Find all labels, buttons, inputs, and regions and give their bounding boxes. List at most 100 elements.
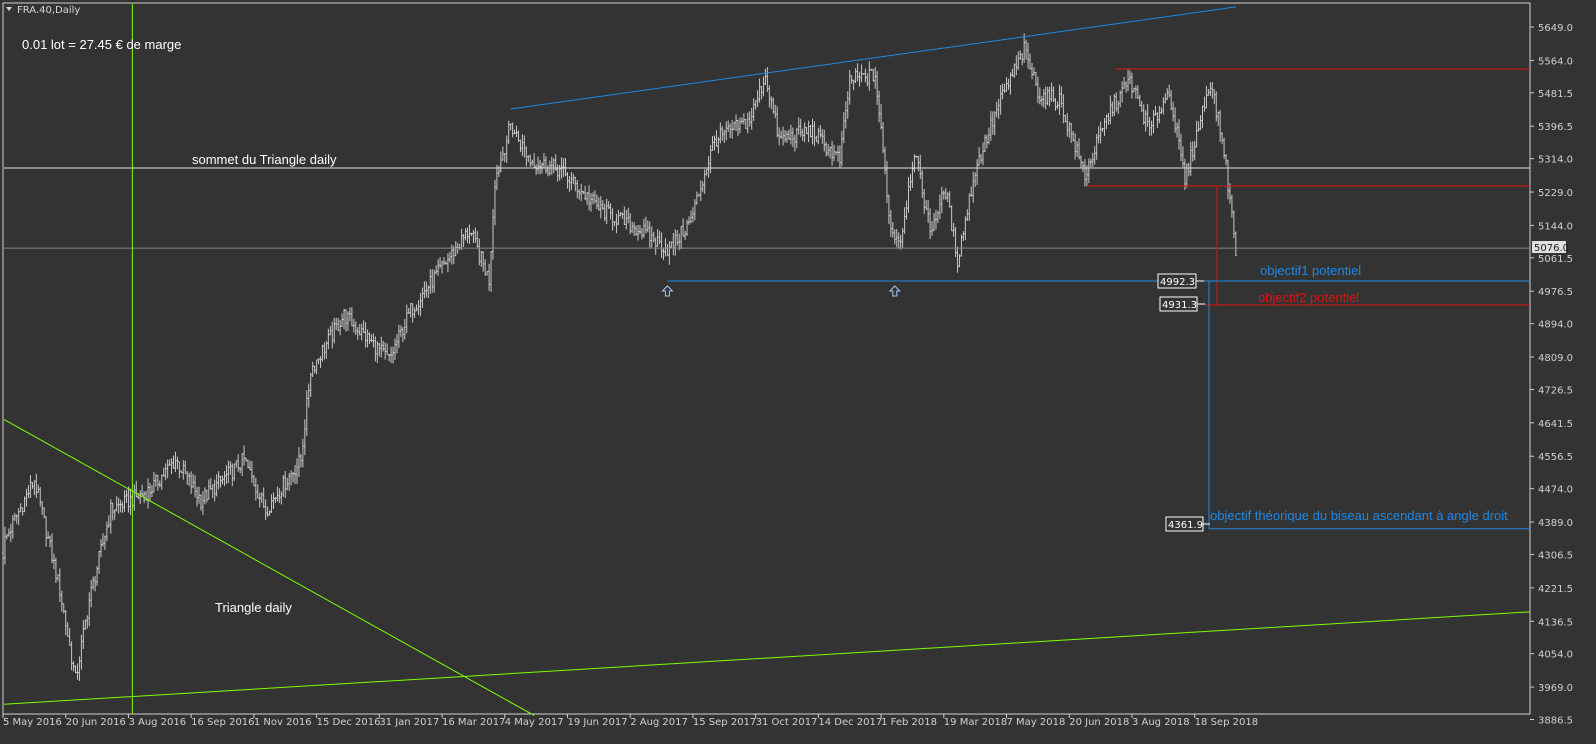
ohlc-bar bbox=[609, 203, 612, 220]
ohlc-bar bbox=[364, 322, 367, 348]
ohlc-bar bbox=[780, 130, 783, 139]
ohlc-bar bbox=[966, 209, 969, 222]
ohlc-bar bbox=[717, 136, 720, 154]
ohlc-bar bbox=[339, 320, 342, 336]
ohlc-bar bbox=[997, 98, 1000, 120]
ohlc-bar bbox=[33, 480, 36, 496]
ohlc-bar bbox=[1140, 100, 1143, 112]
ohlc-bar bbox=[597, 197, 600, 211]
ohlc-bar bbox=[129, 488, 132, 515]
ohlc-bar bbox=[1164, 93, 1167, 104]
ohlc-bar bbox=[444, 260, 447, 265]
ohlc-bar bbox=[448, 251, 451, 263]
ohlc-bar bbox=[899, 234, 902, 250]
ohlc-bar bbox=[311, 361, 314, 378]
ohlc-bar bbox=[546, 165, 549, 177]
ohlc-bar bbox=[787, 129, 790, 140]
x-tick-label: 3 Aug 2016 bbox=[128, 717, 186, 728]
ohlc-bar bbox=[439, 257, 442, 269]
ohlc-bar bbox=[991, 111, 994, 135]
ohlc-bar bbox=[539, 159, 542, 175]
ohlc-bar bbox=[266, 506, 269, 517]
ohlc-bar bbox=[25, 488, 28, 507]
y-tick-label: 4976.5 bbox=[1538, 287, 1573, 298]
ohlc-bar bbox=[484, 259, 487, 276]
y-tick-label: 3969.0 bbox=[1538, 683, 1573, 694]
triangle-down-icon[interactable] bbox=[6, 7, 12, 11]
ohlc-bar bbox=[558, 164, 561, 181]
ohlc-bar bbox=[425, 281, 428, 298]
ohlc-bar bbox=[934, 209, 937, 230]
window-title[interactable]: FRA.40,Daily bbox=[6, 5, 80, 16]
ohlc-bar bbox=[611, 208, 614, 231]
time-axis[interactable]: 5 May 2016 20 Jun 2016 3 Aug 2016 16 Sep 20… bbox=[2, 714, 1258, 728]
ohlc-bar bbox=[529, 154, 532, 167]
ohlc-bar bbox=[942, 190, 945, 200]
ohlc-bar bbox=[985, 134, 988, 149]
ohlc-bar bbox=[860, 64, 863, 83]
ohlc-bar bbox=[817, 127, 820, 145]
ohlc-bar bbox=[399, 325, 402, 337]
ohlc-bar bbox=[374, 336, 377, 362]
ohlc-bar bbox=[1178, 118, 1180, 150]
ohlc-bar bbox=[1148, 117, 1151, 136]
ohlc-bar bbox=[94, 576, 97, 592]
x-tick-label: 20 Jun 2016 bbox=[66, 717, 126, 728]
price-axis[interactable]: 5649.0 5564.0 5481.5 5396.5 5314.0 5229.0 5144… bbox=[1530, 23, 1573, 726]
target2-price: 4931.3 bbox=[1162, 300, 1197, 311]
ohlc-bar bbox=[358, 323, 361, 336]
ohlc-bar bbox=[591, 192, 594, 205]
ohlc-bar bbox=[352, 318, 355, 333]
ohlc-bar bbox=[321, 344, 324, 362]
y-tick-label: 4894.0 bbox=[1538, 320, 1573, 331]
ohlc-bar bbox=[499, 151, 502, 173]
ohlc-bar bbox=[960, 234, 963, 257]
ohlc-bar bbox=[270, 494, 273, 514]
ohlc-bar bbox=[482, 251, 485, 272]
ohlc-bar bbox=[135, 480, 138, 498]
price-chart[interactable]: 5649.0 5564.0 5481.5 5396.5 5314.0 5229.0 5144… bbox=[0, 0, 1596, 744]
ohlc-bar bbox=[713, 135, 716, 151]
ohlc-bar bbox=[141, 484, 144, 497]
triangle-label: Triangle daily bbox=[215, 600, 292, 615]
ohlc-bar bbox=[113, 509, 116, 520]
ohlc-bar bbox=[213, 479, 216, 502]
ohlc-bar bbox=[264, 499, 267, 521]
ohlc-bar bbox=[164, 463, 167, 481]
ohlc-bar bbox=[429, 269, 432, 294]
ohlc-bar bbox=[617, 209, 620, 226]
x-tick-label: 1 Nov 2016 bbox=[254, 717, 312, 728]
ohlc-bar bbox=[923, 188, 926, 214]
ohlc-bar bbox=[1134, 85, 1137, 99]
ohlc-bar bbox=[1232, 210, 1235, 239]
ohlc-bar bbox=[372, 333, 375, 348]
ohlc-bar bbox=[505, 135, 508, 163]
ohlc-bar bbox=[1201, 105, 1204, 129]
ohlc-bar bbox=[84, 619, 87, 630]
ohlc-bar bbox=[752, 98, 755, 121]
ohlc-bar bbox=[354, 321, 357, 336]
ohlc-bar bbox=[748, 111, 751, 127]
ohlc-bar bbox=[672, 232, 675, 256]
y-tick-label: 5144.0 bbox=[1538, 221, 1573, 232]
ohlc-bar bbox=[531, 159, 534, 166]
ohlc-bar bbox=[656, 229, 659, 247]
ohlc-bar bbox=[478, 238, 481, 266]
ohlc-bar bbox=[784, 129, 787, 143]
y-tick-label: 4556.5 bbox=[1538, 452, 1573, 463]
ohlc-bar bbox=[252, 474, 255, 487]
ohlc-bar bbox=[515, 125, 518, 138]
ohlc-bar bbox=[637, 224, 640, 241]
ohlc-bar bbox=[525, 146, 528, 167]
y-tick-label: 4726.5 bbox=[1538, 385, 1573, 396]
ohlc-bar bbox=[1215, 91, 1218, 122]
y-tick-label: 5396.5 bbox=[1538, 122, 1573, 133]
ohlc-bar bbox=[835, 151, 837, 156]
ohlc-bar bbox=[156, 475, 159, 491]
ohlc-bar bbox=[15, 514, 18, 524]
ohlc-bar bbox=[225, 465, 228, 484]
ohlc-bar bbox=[956, 246, 959, 273]
ohlc-bar bbox=[836, 145, 839, 162]
ohlc-bar bbox=[192, 474, 195, 489]
ohlc-bar bbox=[1025, 39, 1028, 60]
